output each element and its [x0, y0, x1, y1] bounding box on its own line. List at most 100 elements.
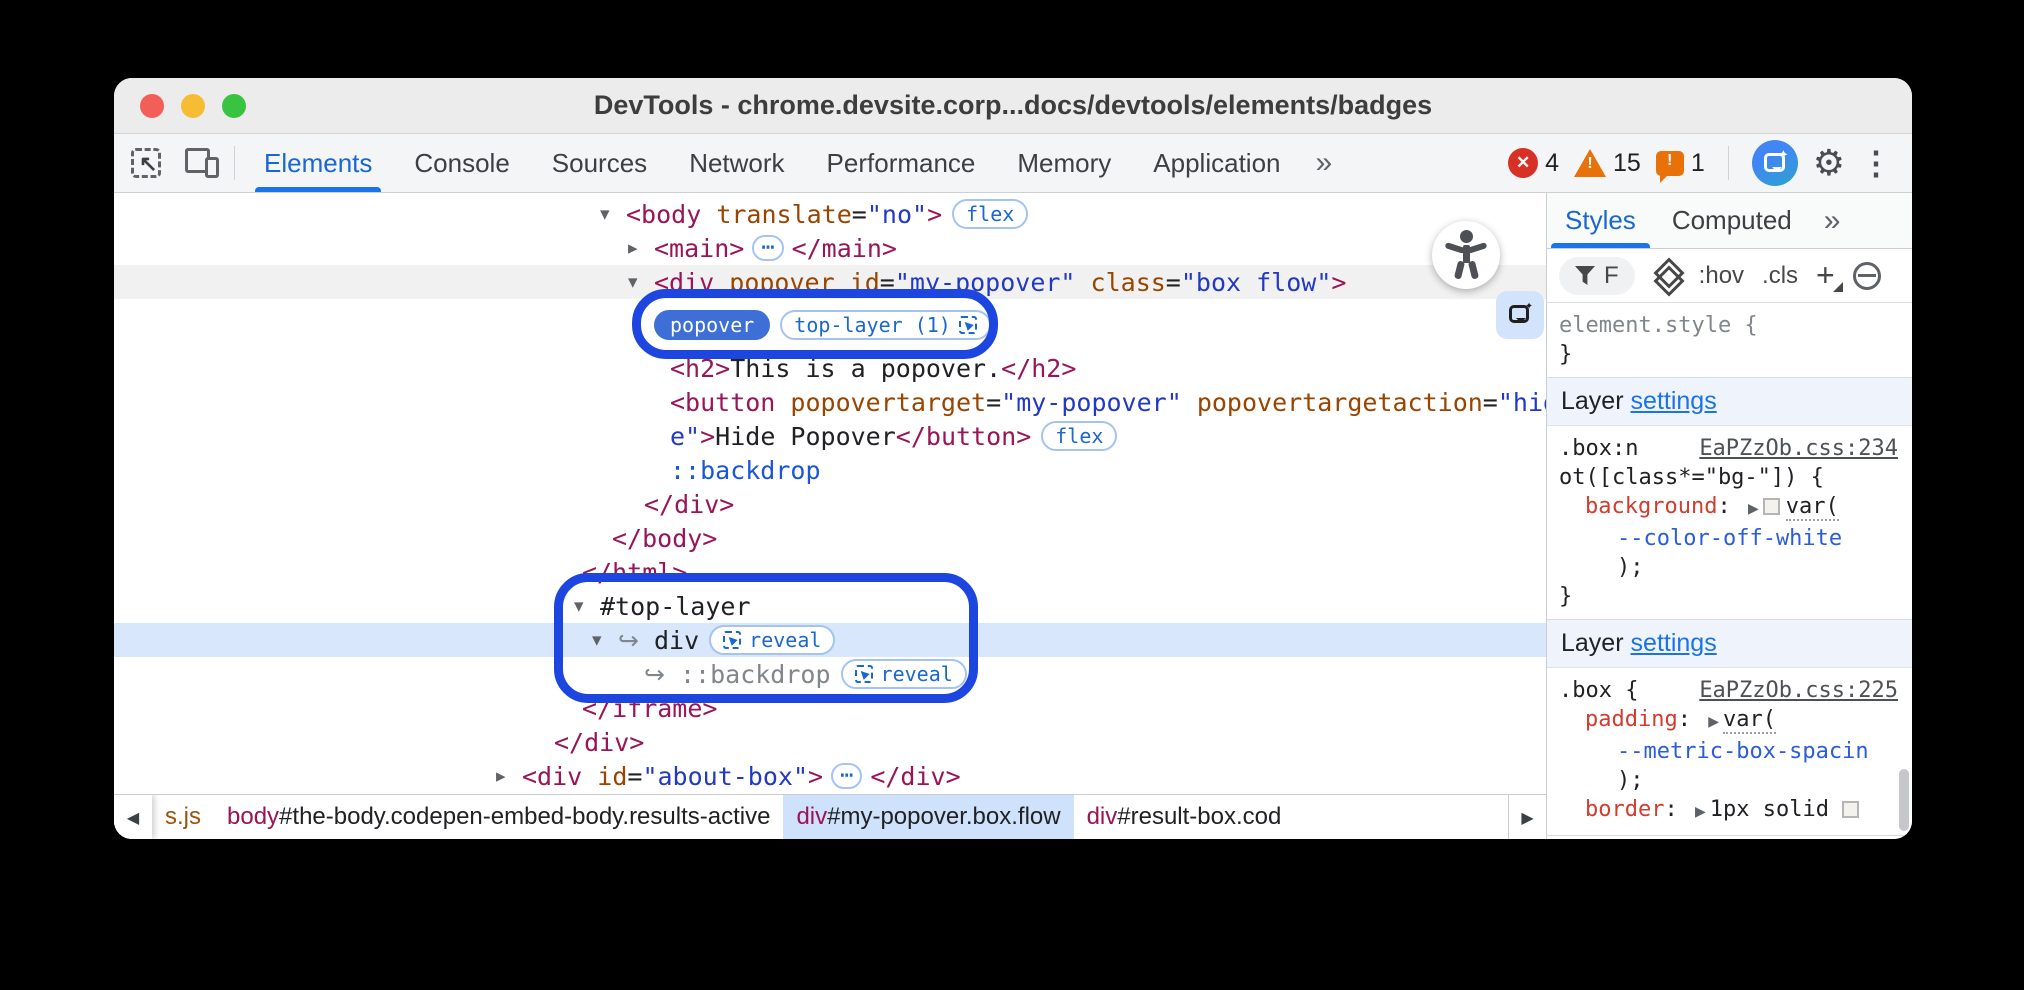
dom-token-p: =: [627, 762, 642, 791]
style-rule-line[interactable]: .box:n: [1559, 434, 1900, 463]
breadcrumb-part-tag: body: [227, 803, 279, 831]
inspect-element-button[interactable]: [122, 140, 170, 186]
color-swatch[interactable]: [1763, 498, 1780, 515]
settings-button[interactable]: ⚙: [1813, 142, 1845, 184]
more-sidebar-tabs-button[interactable]: »: [1810, 204, 1851, 238]
breadcrumb-item[interactable]: div#result-box.cod: [1074, 795, 1295, 839]
warning-count[interactable]: ! 15: [1574, 149, 1641, 178]
dom-token-text: This is a popover.: [730, 354, 1001, 383]
dom-tree-row[interactable]: e">Hide Popover</button>flex: [114, 419, 1546, 453]
badge-top-layer[interactable]: top-layer (1): [780, 310, 991, 340]
breadcrumb-item[interactable]: s.js: [152, 795, 214, 839]
style-rule-line[interactable]: .box {EaPZzOb.css:225: [1559, 676, 1900, 705]
computed-styles-icon[interactable]: [1853, 262, 1881, 290]
style-rule-line[interactable]: element.style {: [1559, 311, 1900, 340]
breadcrumb-item[interactable]: body#the-body.codepen-embed-body.results…: [214, 795, 783, 839]
tab-elements[interactable]: Elements: [243, 134, 393, 192]
breadcrumb-item[interactable]: div#my-popover.box.flow: [783, 795, 1073, 839]
dom-tree-row[interactable]: ::backdrop: [114, 453, 1546, 487]
badge-reveal[interactable]: reveal: [841, 659, 967, 689]
style-rule-line[interactable]: background: ▶var(: [1559, 492, 1900, 524]
dom-tree-row[interactable]: <h2>This is a popover.</h2>: [114, 351, 1546, 385]
style-rule-line[interactable]: --metric-box-spacin: [1559, 737, 1900, 766]
layers-icon[interactable]: [1653, 262, 1681, 290]
breadcrumb-scroll-left-button[interactable]: ◀: [114, 795, 152, 839]
tab-network[interactable]: Network: [668, 134, 805, 192]
layer-settings-link[interactable]: settings: [1631, 629, 1717, 658]
accessibility-overlay-icon[interactable]: [1432, 221, 1500, 289]
expand-ellipsis-badge[interactable]: ⋯: [752, 235, 783, 261]
dom-token-val: "no": [867, 200, 927, 229]
dom-token-attr: popover: [714, 268, 834, 297]
style-rule-line[interactable]: );: [1559, 766, 1900, 795]
dom-tree-row[interactable]: <button popovertarget="my-popover" popov…: [114, 385, 1546, 419]
badge-reveal[interactable]: reveal: [709, 625, 835, 655]
css-token-exp: ▶: [1691, 804, 1710, 820]
dom-tree-row[interactable]: ▸<main>⋯</main>: [114, 231, 1546, 265]
disclosure-triangle-icon[interactable]: ▸: [496, 765, 522, 787]
style-rule-line[interactable]: }: [1559, 582, 1900, 611]
style-rule-line[interactable]: --color-off-white: [1559, 524, 1900, 553]
style-rule-line[interactable]: ot([class*="bg-"]) {: [1559, 463, 1900, 492]
dom-token-attr: translate: [701, 200, 852, 229]
expand-ellipsis-badge[interactable]: ⋯: [831, 763, 862, 789]
color-swatch[interactable]: [1842, 801, 1859, 818]
dom-tree-row[interactable]: ▾↪ divreveal: [114, 623, 1546, 657]
breadcrumb-scroll-right-button[interactable]: ▶: [1508, 795, 1546, 839]
disclosure-triangle-icon[interactable]: ▾: [574, 595, 600, 617]
disclosure-triangle-icon[interactable]: ▾: [592, 629, 618, 651]
tab-console[interactable]: Console: [393, 134, 530, 192]
badge-flex[interactable]: flex: [952, 199, 1028, 229]
error-count[interactable]: ✕ 4: [1508, 148, 1559, 178]
toggle-element-state-button[interactable]: :hov: [1699, 262, 1744, 290]
dom-tree-row[interactable]: ↪ ::backdropreveal: [114, 657, 1546, 691]
badge-flex[interactable]: flex: [1041, 421, 1117, 451]
style-rule-line[interactable]: padding: ▶var(: [1559, 705, 1900, 737]
disclosure-triangle-icon[interactable]: ▾: [600, 203, 626, 225]
dom-tree-row[interactable]: ▾#top-layer: [114, 589, 1546, 623]
dom-tree-row[interactable]: </html>: [114, 555, 1546, 589]
issues-icon: !: [1656, 151, 1684, 176]
styles-filter-input[interactable]: F: [1559, 257, 1635, 295]
new-style-rule-button[interactable]: +: [1816, 257, 1835, 294]
zoom-window-button[interactable]: [222, 94, 246, 118]
kebab-menu-button[interactable]: ⋮: [1860, 144, 1892, 182]
tab-performance[interactable]: Performance: [806, 134, 997, 192]
tab-sources[interactable]: Sources: [531, 134, 668, 192]
device-toolbar-button[interactable]: [178, 140, 226, 186]
stylesheet-source-link[interactable]: EaPZzOb.css:225: [1699, 676, 1898, 705]
element-classes-button[interactable]: .cls: [1762, 262, 1798, 290]
disclosure-triangle-icon[interactable]: ▾: [628, 271, 654, 293]
sidebar-tab-styles[interactable]: Styles: [1547, 193, 1654, 248]
close-window-button[interactable]: [140, 94, 164, 118]
dom-token-tag: <button: [670, 388, 775, 417]
style-rule-line[interactable]: }: [1559, 340, 1900, 369]
dom-tree-row[interactable]: </body>: [114, 521, 1546, 555]
tab-memory[interactable]: Memory: [996, 134, 1132, 192]
badge-popover[interactable]: popover: [654, 310, 770, 340]
ai-assist-chip-button[interactable]: [1496, 291, 1544, 339]
toolbar-divider: [1728, 146, 1729, 180]
styles-rules: element.style {}LayersettingsEaPZzOb.css…: [1547, 303, 1912, 839]
disclosure-triangle-icon[interactable]: ▸: [628, 237, 654, 259]
layer-settings-link[interactable]: settings: [1631, 387, 1717, 416]
dom-tree-row[interactable]: ▸<div id="about-box">⋯</div>: [114, 759, 1546, 793]
dom-tree-row[interactable]: popover top-layer (1): [114, 299, 1546, 351]
issues-count[interactable]: ! 1: [1656, 149, 1705, 178]
styles-scrollbar[interactable]: [1899, 769, 1909, 831]
css-token-sel: .box:n: [1559, 436, 1638, 461]
style-rule-line[interactable]: border: ▶1px solid: [1559, 795, 1900, 827]
dom-tree-row[interactable]: </div>: [114, 487, 1546, 521]
dom-tree-row[interactable]: </div>: [114, 725, 1546, 759]
dom-tree-row[interactable]: ▾<div popover id="my-popover" class="box…: [114, 265, 1546, 299]
dom-token-tag: >: [808, 762, 823, 791]
tab-application[interactable]: Application: [1132, 134, 1301, 192]
ai-assistance-button[interactable]: [1752, 140, 1798, 186]
dom-token-tag: </div>: [870, 762, 960, 791]
more-panels-button[interactable]: »: [1302, 146, 1343, 180]
minimize-window-button[interactable]: [181, 94, 205, 118]
dom-tree-row[interactable]: ▾<body translate="no">flex: [114, 197, 1546, 231]
sidebar-tab-computed[interactable]: Computed: [1654, 193, 1810, 248]
dom-tree-row[interactable]: </iframe>: [114, 691, 1546, 725]
style-rule-line[interactable]: );: [1559, 553, 1900, 582]
